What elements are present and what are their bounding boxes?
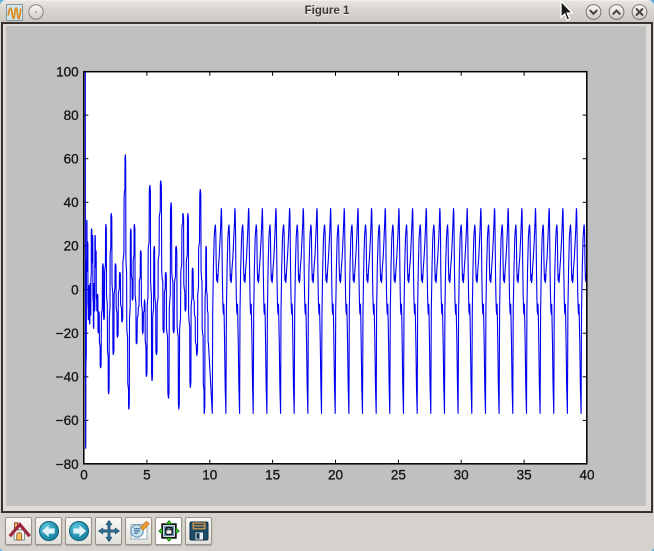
svg-text:20: 20: [64, 239, 79, 254]
svg-text:−20: −20: [56, 326, 79, 341]
svg-text:25: 25: [391, 468, 406, 483]
svg-text:40: 40: [64, 195, 79, 210]
svg-text:0: 0: [80, 468, 88, 483]
svg-text:30: 30: [454, 468, 469, 483]
svg-text:20: 20: [328, 468, 343, 483]
svg-text:60: 60: [64, 152, 79, 167]
svg-text:15: 15: [265, 468, 280, 483]
svg-text:5: 5: [143, 468, 151, 483]
svg-text:−80: −80: [56, 457, 79, 472]
svg-text:10: 10: [202, 468, 217, 483]
svg-text:40: 40: [579, 468, 594, 483]
svg-text:−60: −60: [56, 413, 79, 428]
svg-text:0: 0: [71, 282, 79, 297]
svg-text:80: 80: [64, 108, 79, 123]
svg-text:35: 35: [517, 468, 532, 483]
svg-text:100: 100: [56, 64, 79, 79]
svg-text:−40: −40: [56, 370, 79, 385]
